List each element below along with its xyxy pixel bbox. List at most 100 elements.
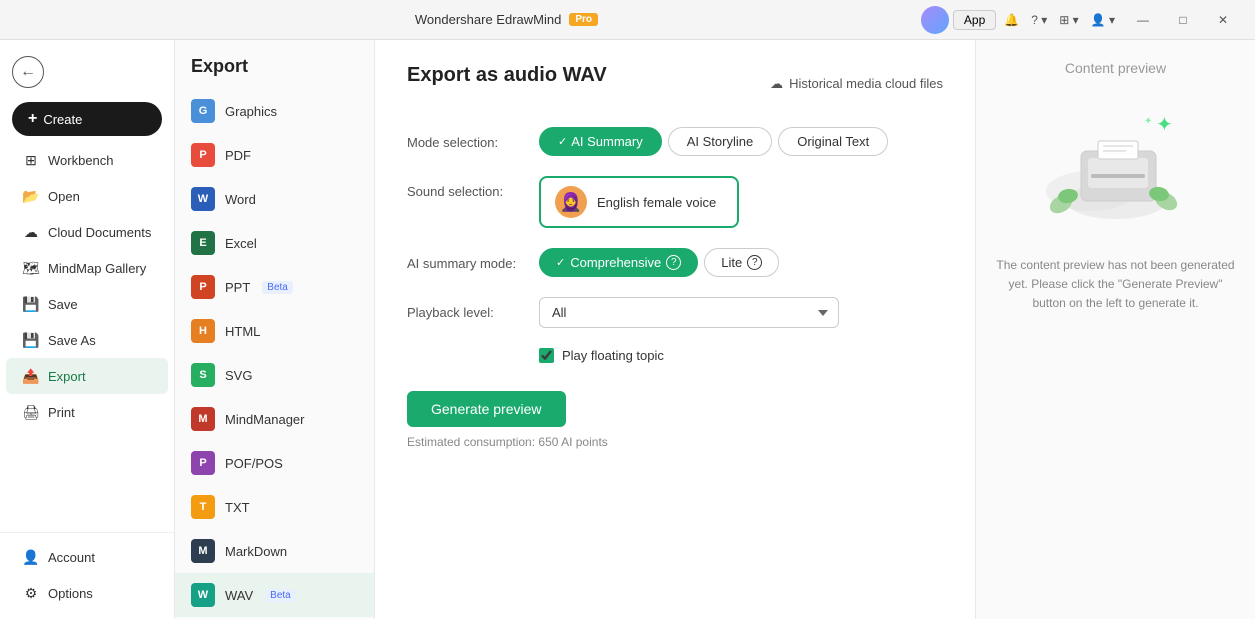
svg-text:✦: ✦ xyxy=(1156,114,1173,136)
playback-level-row: Playback level: All xyxy=(407,297,943,328)
user-menu-icon[interactable]: 👤 ▾ xyxy=(1087,11,1119,29)
user-avatar[interactable] xyxy=(921,6,949,34)
plus-icon: + xyxy=(28,110,37,128)
cloud-link[interactable]: ☁ Historical media cloud files xyxy=(770,76,943,92)
grid-icon[interactable]: ⊞ ▾ xyxy=(1055,11,1082,29)
format-label-txt: TXT xyxy=(225,500,250,515)
html-icon: H xyxy=(191,319,215,343)
format-item-txt[interactable]: T TXT xyxy=(175,485,374,529)
format-label-html: HTML xyxy=(225,324,260,339)
sidebar-label-mindmap: MindMap Gallery xyxy=(48,261,146,276)
sidebar-item-open[interactable]: 📂 Open xyxy=(6,178,168,214)
sidebar-label-account: Account xyxy=(48,550,95,565)
play-floating-checkbox[interactable] xyxy=(539,348,554,363)
mode-btn-ai-storyline[interactable]: AI Storyline xyxy=(668,127,772,156)
ai-summary-mode-label: AI summary mode: xyxy=(407,248,527,271)
account-icon: 👤 xyxy=(22,548,40,566)
workbench-icon: ⊞ xyxy=(22,151,40,169)
summary-controls: ✓ Comprehensive ? Lite ? xyxy=(539,248,943,277)
create-label: Create xyxy=(43,112,82,127)
lite-info-icon[interactable]: ? xyxy=(747,255,762,270)
pdf-icon: P xyxy=(191,143,215,167)
sidebar-item-workbench[interactable]: ⊞ Workbench xyxy=(6,142,168,178)
excel-icon: E xyxy=(191,231,215,255)
playback-label: Playback level: xyxy=(407,297,527,320)
format-item-word[interactable]: W Word xyxy=(175,177,374,221)
sound-controls: 🧕 English female voice xyxy=(539,176,943,228)
original-text-label: Original Text xyxy=(797,134,869,149)
close-button[interactable]: ✕ xyxy=(1203,4,1243,36)
back-button[interactable]: ← xyxy=(0,48,174,96)
comprehensive-label: Comprehensive xyxy=(570,255,661,270)
mode-selection-row: Mode selection: ✓ AI Summary AI Storylin… xyxy=(407,127,943,156)
format-item-markdown[interactable]: M MarkDown xyxy=(175,529,374,573)
sidebar-label-export: Export xyxy=(48,369,86,384)
open-icon: 📂 xyxy=(22,187,40,205)
mode-button-group: ✓ AI Summary AI Storyline Original Text xyxy=(539,127,943,156)
estimated-consumption: Estimated consumption: 650 AI points xyxy=(407,435,943,449)
app-title: Wondershare EdrawMind xyxy=(415,12,561,27)
voice-name: English female voice xyxy=(597,195,716,210)
preview-svg: ✦ ✦ xyxy=(1036,96,1196,236)
sidebar-item-print[interactable]: 🖨 Print xyxy=(6,394,168,430)
summary-button-group: ✓ Comprehensive ? Lite ? xyxy=(539,248,943,277)
format-item-pof[interactable]: P POF/POS xyxy=(175,441,374,485)
play-floating-label: Play floating topic xyxy=(562,348,664,363)
format-label-graphics: Graphics xyxy=(225,104,277,119)
sidebar-item-cloud[interactable]: ☁ Cloud Documents xyxy=(6,214,168,250)
format-item-ppt[interactable]: P PPT Beta xyxy=(175,265,374,309)
mode-label: Mode selection: xyxy=(407,127,527,150)
help-icon[interactable]: ? ▾ xyxy=(1027,11,1051,29)
export-icon: 📤 xyxy=(22,367,40,385)
word-icon: W xyxy=(191,187,215,211)
sidebar-label-print: Print xyxy=(48,405,75,420)
markdown-icon: M xyxy=(191,539,215,563)
titlebar: Wondershare EdrawMind Pro App 🔔 ? ▾ ⊞ ▾ … xyxy=(0,0,1255,40)
sidebar-label-save: Save xyxy=(48,297,78,312)
window-controls: — □ ✕ xyxy=(1123,4,1243,36)
format-item-graphics[interactable]: G Graphics xyxy=(175,89,374,133)
format-item-svg[interactable]: S SVG xyxy=(175,353,374,397)
voice-option-button[interactable]: 🧕 English female voice xyxy=(539,176,739,228)
format-item-html[interactable]: H HTML xyxy=(175,309,374,353)
format-item-mindmanager[interactable]: M MindManager xyxy=(175,397,374,441)
ai-summary-checkmark: ✓ xyxy=(558,135,567,148)
sidebar-item-options[interactable]: ⚙ Options xyxy=(6,575,168,611)
sidebar-item-save[interactable]: 💾 Save xyxy=(6,286,168,322)
bell-icon[interactable]: 🔔 xyxy=(1000,11,1023,29)
sidebar-label-workbench: Workbench xyxy=(48,153,114,168)
ai-summary-label: AI Summary xyxy=(571,134,643,149)
play-floating-row: Play floating topic xyxy=(539,348,943,363)
format-label-ppt: PPT xyxy=(225,280,250,295)
pro-badge: Pro xyxy=(569,13,598,26)
format-item-wav[interactable]: W WAV Beta xyxy=(175,573,374,617)
sidebar-item-account[interactable]: 👤 Account xyxy=(6,539,168,575)
create-button[interactable]: + Create xyxy=(12,102,162,136)
mode-btn-original-text[interactable]: Original Text xyxy=(778,127,888,156)
format-sidebar: Export G Graphics P PDF W Word E Excel P… xyxy=(175,40,375,619)
format-item-pdf[interactable]: P PDF xyxy=(175,133,374,177)
comprehensive-info-icon[interactable]: ? xyxy=(666,255,681,270)
generate-preview-button[interactable]: Generate preview xyxy=(407,391,566,427)
preview-illustration: ✦ ✦ xyxy=(1036,96,1196,236)
app-button[interactable]: App xyxy=(953,10,996,30)
mode-btn-ai-summary[interactable]: ✓ AI Summary xyxy=(539,127,662,156)
ai-summary-mode-row: AI summary mode: ✓ Comprehensive ? Lite … xyxy=(407,248,943,277)
sum-btn-lite[interactable]: Lite ? xyxy=(704,248,779,277)
options-icon: ⚙ xyxy=(22,584,40,602)
svg-icon: S xyxy=(191,363,215,387)
maximize-button[interactable]: □ xyxy=(1163,4,1203,36)
app-title-area: Wondershare EdrawMind Pro xyxy=(415,12,598,27)
graphics-icon: G xyxy=(191,99,215,123)
format-item-excel[interactable]: E Excel xyxy=(175,221,374,265)
preview-description: The content preview has not been generat… xyxy=(996,256,1235,314)
playback-select[interactable]: All xyxy=(539,297,839,328)
sum-btn-comprehensive[interactable]: ✓ Comprehensive ? xyxy=(539,248,698,277)
sound-selection-row: Sound selection: 🧕 English female voice xyxy=(407,176,943,228)
minimize-button[interactable]: — xyxy=(1123,4,1163,36)
export-wav-title: Export as audio WAV xyxy=(407,64,607,87)
sidebar-item-saveas[interactable]: 💾 Save As xyxy=(6,322,168,358)
sidebar-item-mindmap[interactable]: 🗺 MindMap Gallery xyxy=(6,250,168,286)
back-icon: ← xyxy=(12,56,44,88)
sidebar-item-export[interactable]: 📤 Export xyxy=(6,358,168,394)
